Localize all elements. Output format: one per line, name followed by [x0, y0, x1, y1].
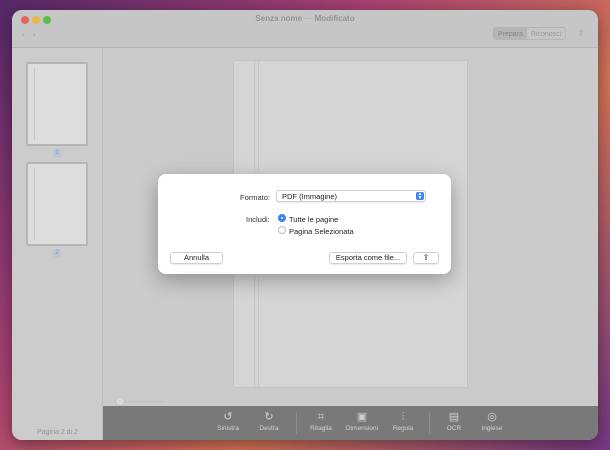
chevron-updown-icon: ▲ ▼ [416, 191, 424, 201]
include-label: Includi: [246, 215, 270, 224]
radio-label-selected-page: Pagina Selezionata [289, 227, 354, 236]
export-as-file-button[interactable]: Esporta come file... [329, 252, 407, 264]
share-button[interactable]: ⇪ [413, 252, 439, 264]
format-select[interactable]: PDF (Immagine) ▲ ▼ [276, 190, 426, 202]
format-label: Formato: [240, 193, 271, 202]
cancel-button[interactable]: Annulla [170, 252, 223, 264]
format-selected-value: PDF (Immagine) [282, 192, 338, 201]
radio-label-all-pages: Tutte le pagine [289, 215, 339, 224]
radio-selected-page[interactable] [278, 226, 286, 234]
radio-all-pages[interactable] [278, 214, 286, 222]
export-dialog: Formato: PDF (Immagine) ▲ ▼ Includi: Tutt… [158, 174, 451, 274]
